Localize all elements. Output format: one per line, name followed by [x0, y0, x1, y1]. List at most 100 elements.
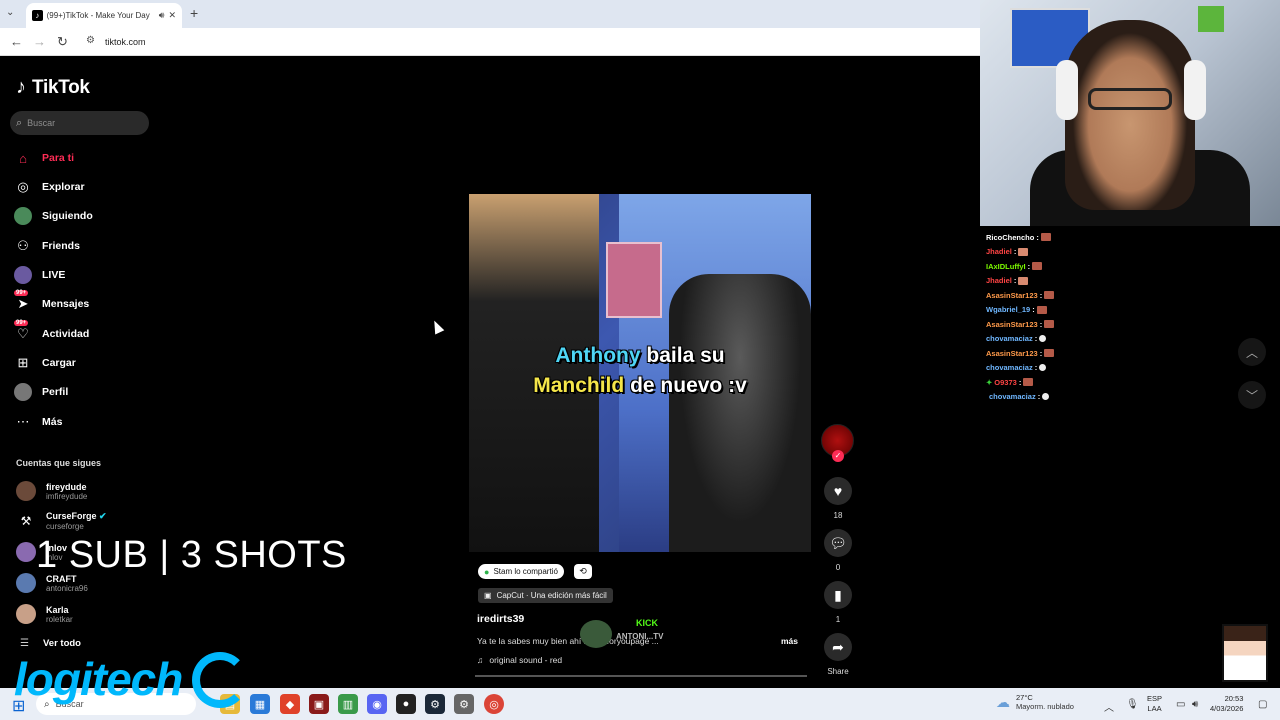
avatar [16, 481, 36, 501]
previous-video-button[interactable]: ︿ [1238, 338, 1266, 366]
caption-highlight: Anthony [555, 344, 641, 367]
home-icon: ⌂ [19, 150, 27, 166]
search-input[interactable] [27, 118, 138, 128]
discord-icon[interactable]: ◉ [367, 694, 387, 714]
system-clock[interactable]: 20:53 4/03/2026 [1210, 694, 1243, 714]
next-video-button[interactable]: ﹀ [1238, 381, 1266, 409]
tab-title: (99+)TikTok - Make Your Day [46, 11, 150, 20]
chat-message: ✦ O9373: [986, 375, 1086, 390]
nav-cargar[interactable]: ⊞ Cargar [14, 352, 154, 374]
close-tab-icon[interactable]: ✕ [168, 10, 176, 21]
repost-icon[interactable]: ⟲ [574, 564, 592, 579]
tray-chevron-up-icon[interactable]: ︿ [1104, 699, 1114, 714]
chat-message: Jhadiel: [986, 245, 1086, 260]
app-icon[interactable]: ▣ [309, 694, 329, 714]
emote-icon [1044, 291, 1055, 300]
chrome-icon[interactable]: ◎ [484, 694, 504, 714]
nav-label: Para ti [42, 152, 75, 164]
following-account[interactable]: fireydude imfireydude [16, 478, 87, 504]
speaker-icon[interactable]: 🔊︎ [159, 10, 165, 21]
tiktok-logo[interactable]: ♪ TikTok [16, 76, 90, 99]
back-icon[interactable]: ← [10, 34, 23, 49]
following-account[interactable]: Karla roletkar [16, 601, 73, 627]
caption-text: de nuevo :v [630, 374, 747, 397]
address-bar[interactable]: tiktok.com [105, 37, 146, 47]
chat-message: IAxIDLuffyI: [986, 259, 1086, 274]
tiktok-note-icon: ♪ [16, 76, 26, 98]
nav-mas[interactable]: ⋯ Más [14, 411, 154, 433]
network-icon[interactable]: ▭ [1176, 699, 1185, 710]
microphone-icon[interactable]: 🎙︎ [1126, 699, 1139, 710]
video-player[interactable]: Anthony baila su Manchild de nuevo :v [469, 194, 811, 552]
account-handle: imfireydude [46, 491, 88, 501]
chat-message: chovamaciaz: [986, 361, 1086, 376]
ghost-emote-icon [1042, 393, 1050, 401]
account-name: CurseForge ✔ [46, 511, 107, 522]
live-icon [14, 266, 32, 284]
following-account[interactable]: ⚒ CurseForge ✔ curseforge [16, 508, 107, 534]
weather-widget[interactable]: ☁ 27°C Mayorm. nublado [996, 693, 1074, 711]
obs-icon[interactable]: ● [396, 694, 416, 714]
webcam-head [1065, 20, 1195, 210]
video-progress-bar[interactable] [475, 675, 807, 677]
video-sound[interactable]: ♫ original sound - red [477, 655, 562, 665]
kick-avatar [580, 620, 612, 648]
video-person [469, 194, 599, 552]
emote-icon [1032, 262, 1043, 271]
chat-message: chovamaciaz: [986, 332, 1086, 347]
avatar: ⚒ [16, 511, 36, 531]
brave-icon[interactable]: ◆ [280, 694, 300, 714]
avatar [16, 604, 36, 624]
chat-message: RicoChencho: [986, 230, 1086, 245]
nav-actividad[interactable]: ♡ 99+ Actividad [14, 320, 154, 345]
emote-icon [1018, 276, 1029, 285]
like-button[interactable]: ♥ [824, 477, 852, 505]
nav-label: Friends [42, 240, 80, 252]
volume-icon[interactable]: 🔊︎ [1192, 699, 1198, 710]
nav-siguiendo[interactable]: Siguiendo [14, 205, 154, 227]
shared-by-chip[interactable]: ● Stam lo compartió [478, 564, 564, 579]
share-button[interactable]: ➦ [824, 633, 852, 661]
activity-icon: ♡ 99+ [14, 320, 29, 341]
nav-live[interactable]: LIVE [14, 264, 154, 286]
capcut-chip[interactable]: ▣ CapCut · Una edición más fácil [478, 588, 613, 603]
nav-friends[interactable]: ⚇ Friends [14, 235, 154, 257]
nav-label: Más [42, 416, 63, 428]
nav-para-ti[interactable]: ⌂ Para ti [14, 147, 154, 169]
store-icon[interactable]: ▦ [250, 694, 270, 714]
comment-button[interactable]: 💬︎ [824, 529, 852, 557]
reload-icon[interactable]: ↻ [57, 34, 68, 50]
see-all-link[interactable]: ☰ Ver todo [20, 638, 81, 649]
shared-by-label: Stam lo compartió [493, 567, 558, 576]
emote-icon [1040, 233, 1051, 242]
nav-perfil[interactable]: Perfil [14, 381, 154, 403]
language-indicator[interactable]: ESP LAA [1147, 694, 1162, 714]
language-code: ESP [1147, 694, 1163, 703]
notification-icon[interactable]: ▢ [1258, 699, 1267, 710]
site-info-icon[interactable]: ⚙ [86, 35, 95, 46]
verified-icon: ✔ [99, 511, 107, 521]
nav-explorar[interactable]: ◎ Explorar [14, 176, 154, 198]
new-tab-icon[interactable]: + [190, 5, 198, 21]
share-icon: ➦ [832, 638, 844, 655]
nav-mensajes[interactable]: ➤ 99+ Mensajes [14, 290, 154, 315]
sheets-icon[interactable]: ▥ [338, 694, 358, 714]
settings-icon[interactable]: ⚙ [454, 694, 474, 714]
steam-icon[interactable]: ⚙ [425, 694, 445, 714]
follow-icon[interactable]: ✓ [832, 450, 844, 462]
forward-icon[interactable]: → [33, 34, 46, 49]
emote-icon [1018, 247, 1029, 256]
account-handle: curseforge [46, 522, 84, 531]
chat-message: AsasinStar123: [986, 346, 1086, 361]
webcam-figure [1198, 6, 1224, 32]
search-box[interactable]: ⌕ [10, 111, 149, 135]
save-button[interactable]: ▮ [824, 581, 852, 609]
chat-message: chovamaciaz: [986, 390, 1086, 405]
browser-tab[interactable]: ♪ (99+)TikTok - Make Your Day 🔊︎ ✕ [26, 3, 182, 28]
following-icon [14, 207, 32, 225]
tab-list-icon[interactable]: ⌄ [6, 7, 14, 18]
nav-label: Explorar [42, 181, 85, 193]
nav-label: Actividad [42, 328, 90, 340]
video-author[interactable]: iredirts39 [477, 613, 524, 625]
more-link[interactable]: más [781, 636, 798, 646]
